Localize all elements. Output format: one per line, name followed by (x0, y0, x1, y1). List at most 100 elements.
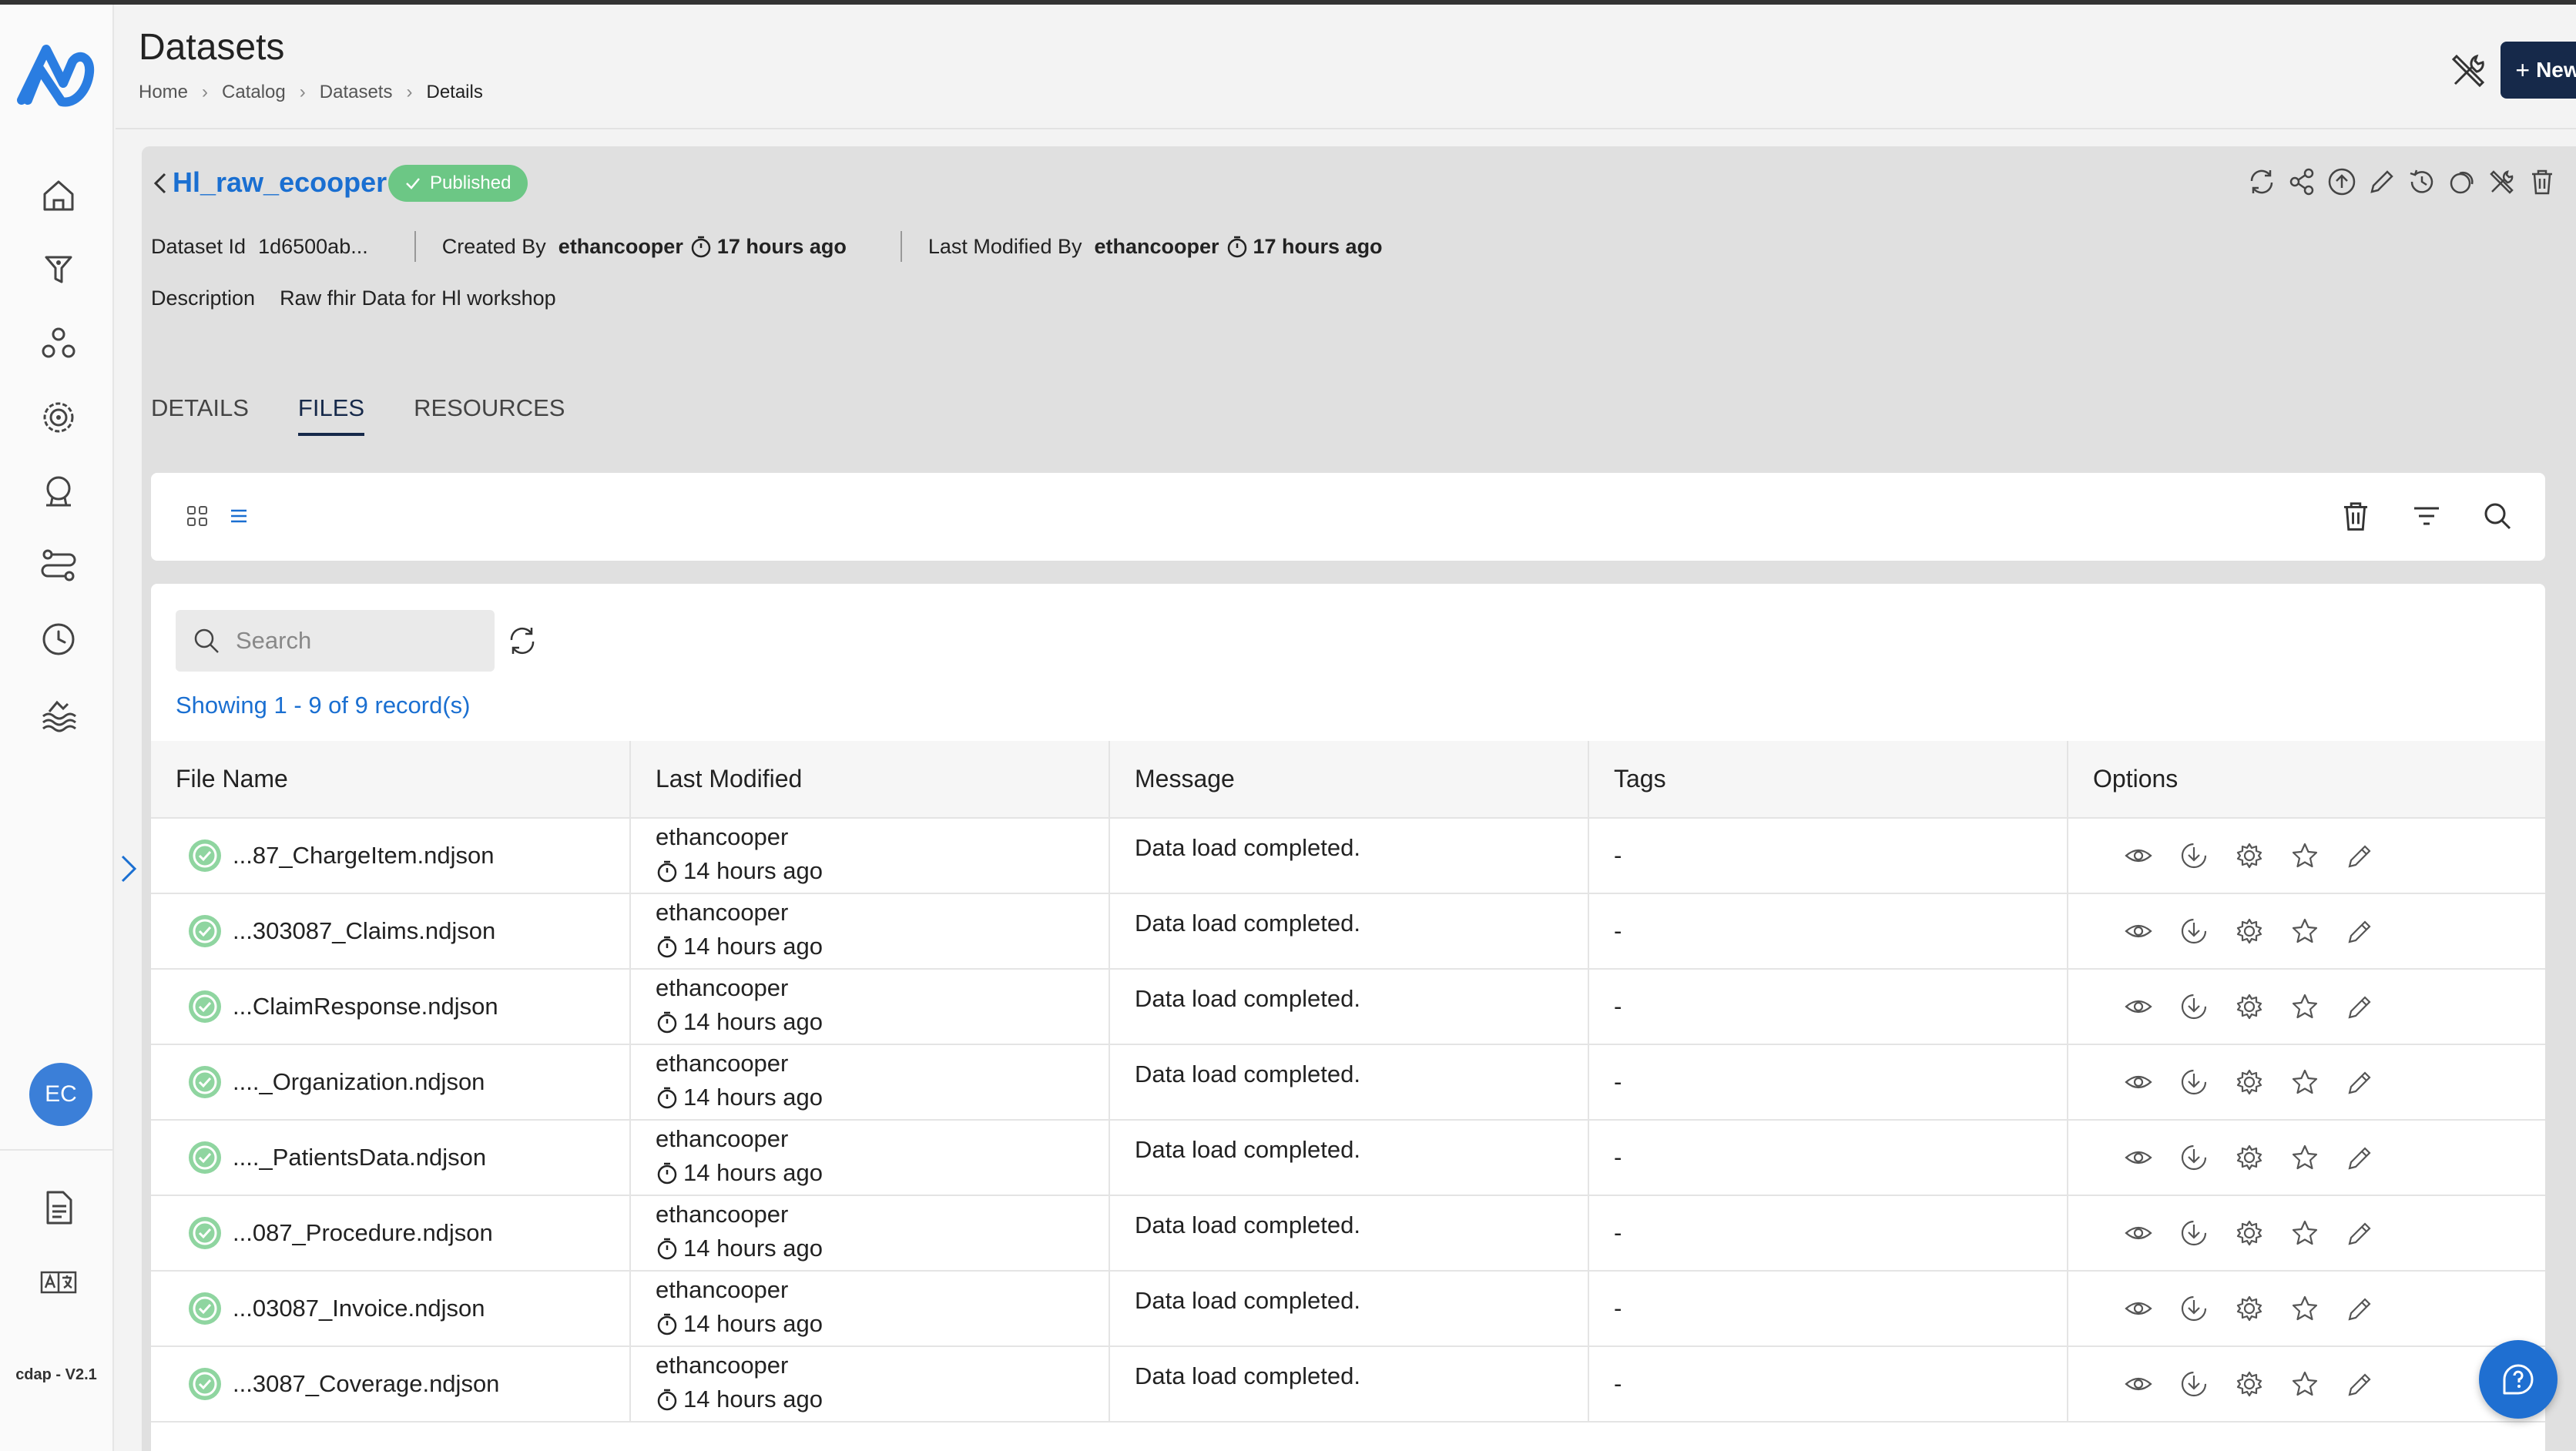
back-chevron-icon[interactable] (149, 168, 171, 199)
table-row[interactable]: ...._Organization.ndjson ethancooper 14 ho… (151, 1044, 2545, 1121)
search-input[interactable] (236, 627, 482, 655)
tools-button[interactable] (2447, 48, 2491, 92)
table-row[interactable]: ...ClaimResponse.ndjson ethancooper 14 hou… (151, 969, 2545, 1045)
sidebar-network-icon[interactable] (37, 322, 80, 365)
settings-gear-icon[interactable] (2235, 917, 2264, 946)
download-icon[interactable] (2179, 1294, 2209, 1323)
settings-gear-icon[interactable] (2235, 1067, 2264, 1097)
edit-pencil-icon[interactable] (2346, 1143, 2375, 1172)
page-header: Datasets Home › Catalog › Datasets › Det… (116, 5, 2576, 129)
help-chat-button[interactable] (2479, 1340, 2558, 1419)
file-name[interactable]: ...03087_Invoice.ndjson (233, 1295, 485, 1322)
sidebar-waves-icon[interactable] (37, 692, 80, 735)
table-row[interactable]: ...087_Procedure.ndjson ethancooper 14 hou… (151, 1195, 2545, 1272)
column-header-tags[interactable]: Tags (1588, 741, 2068, 819)
bulk-delete-icon[interactable] (2336, 496, 2376, 536)
breadcrumb-catalog[interactable]: Catalog (222, 82, 286, 103)
table-row[interactable]: ...._PatientsData.ndjson ethancooper 14 ho… (151, 1120, 2545, 1196)
sidebar-translate-icon[interactable] (37, 1260, 80, 1303)
search-icon[interactable] (2477, 496, 2517, 536)
download-icon[interactable] (2179, 1369, 2209, 1399)
edit-pencil-icon[interactable] (2346, 1218, 2375, 1248)
favorite-star-icon[interactable] (2290, 841, 2319, 870)
tab-files[interactable]: FILES (297, 394, 365, 436)
copy-icon[interactable] (2445, 165, 2479, 199)
download-icon[interactable] (2179, 841, 2209, 870)
delete-icon[interactable] (2525, 165, 2559, 199)
edit-pencil-icon[interactable] (2346, 1294, 2375, 1323)
file-name[interactable]: ...ClaimResponse.ndjson (233, 993, 498, 1020)
edit-icon[interactable] (2365, 165, 2399, 199)
edit-pencil-icon[interactable] (2346, 992, 2375, 1021)
refresh-icon[interactable] (505, 624, 539, 658)
history-icon[interactable] (2405, 165, 2439, 199)
upload-icon[interactable] (2325, 165, 2359, 199)
sidebar-home-icon[interactable] (37, 174, 80, 217)
edit-pencil-icon[interactable] (2346, 841, 2375, 870)
view-eye-icon[interactable] (2124, 1067, 2153, 1097)
download-icon[interactable] (2179, 1143, 2209, 1172)
column-header-file-name[interactable]: File Name (151, 741, 631, 819)
settings-gear-icon[interactable] (2235, 1294, 2264, 1323)
list-view-icon[interactable] (225, 502, 253, 530)
column-header-last-modified[interactable]: Last Modified (630, 741, 1110, 819)
favorite-star-icon[interactable] (2290, 1067, 2319, 1097)
share-icon[interactable] (2285, 165, 2319, 199)
tools-icon[interactable] (2485, 165, 2519, 199)
settings-gear-icon[interactable] (2235, 992, 2264, 1021)
view-eye-icon[interactable] (2124, 992, 2153, 1021)
view-eye-icon[interactable] (2124, 841, 2153, 870)
breadcrumb-datasets[interactable]: Datasets (320, 82, 393, 103)
settings-gear-icon[interactable] (2235, 841, 2264, 870)
download-icon[interactable] (2179, 992, 2209, 1021)
file-name[interactable]: ...087_Procedure.ndjson (233, 1219, 493, 1247)
view-eye-icon[interactable] (2124, 1294, 2153, 1323)
settings-gear-icon[interactable] (2235, 1143, 2264, 1172)
view-eye-icon[interactable] (2124, 1218, 2153, 1248)
favorite-star-icon[interactable] (2290, 1218, 2319, 1248)
download-icon[interactable] (2179, 1067, 2209, 1097)
tab-resources[interactable]: RESOURCES (414, 394, 565, 436)
file-name[interactable]: ...._PatientsData.ndjson (233, 1144, 486, 1171)
view-eye-icon[interactable] (2124, 917, 2153, 946)
view-eye-icon[interactable] (2124, 1143, 2153, 1172)
file-name[interactable]: ...3087_Coverage.ndjson (233, 1370, 499, 1398)
table-row[interactable]: ...3087_Coverage.ndjson ethancooper 14 hou… (151, 1346, 2545, 1423)
sidebar-expand-chevron-icon[interactable] (116, 847, 142, 890)
table-row[interactable]: ...303087_Claims.ndjson ethancooper 14 hou… (151, 893, 2545, 970)
grid-view-icon[interactable] (183, 502, 211, 530)
file-name[interactable]: ...87_ChargeItem.ndjson (233, 842, 495, 870)
sidebar-funnel-icon[interactable] (37, 248, 80, 291)
edit-pencil-icon[interactable] (2346, 1067, 2375, 1097)
filter-icon[interactable] (2407, 496, 2447, 536)
favorite-star-icon[interactable] (2290, 1143, 2319, 1172)
favorite-star-icon[interactable] (2290, 1369, 2319, 1399)
file-name[interactable]: ...303087_Claims.ndjson (233, 917, 495, 945)
app-logo-icon[interactable] (17, 39, 97, 112)
column-header-message[interactable]: Message (1109, 741, 1589, 819)
tab-details[interactable]: DETAILS (151, 394, 249, 436)
new-dataset-button[interactable]: + New Dataset (2501, 42, 2576, 99)
sidebar-document-icon[interactable] (37, 1186, 80, 1229)
table-row[interactable]: ...03087_Invoice.ndjson ethancooper 14 hou… (151, 1271, 2545, 1347)
settings-gear-icon[interactable] (2235, 1218, 2264, 1248)
favorite-star-icon[interactable] (2290, 992, 2319, 1021)
table-row[interactable]: ...87_ChargeItem.ndjson ethancooper 14 hou… (151, 818, 2545, 894)
sidebar-clock-icon[interactable] (37, 618, 80, 661)
download-icon[interactable] (2179, 917, 2209, 946)
breadcrumb-home[interactable]: Home (139, 82, 188, 103)
favorite-star-icon[interactable] (2290, 917, 2319, 946)
file-name[interactable]: ...._Organization.ndjson (233, 1068, 485, 1096)
user-avatar[interactable]: EC (29, 1063, 92, 1126)
view-eye-icon[interactable] (2124, 1369, 2153, 1399)
sidebar-pipeline-icon[interactable] (37, 544, 80, 587)
edit-pencil-icon[interactable] (2346, 917, 2375, 946)
download-icon[interactable] (2179, 1218, 2209, 1248)
settings-gear-icon[interactable] (2235, 1369, 2264, 1399)
sidebar-target-icon[interactable] (37, 396, 80, 439)
edit-pencil-icon[interactable] (2346, 1369, 2375, 1399)
sync-icon[interactable] (2245, 165, 2279, 199)
modified-ago: 17 hours ago (1253, 234, 1383, 258)
favorite-star-icon[interactable] (2290, 1294, 2319, 1323)
sidebar-award-icon[interactable] (37, 470, 80, 513)
